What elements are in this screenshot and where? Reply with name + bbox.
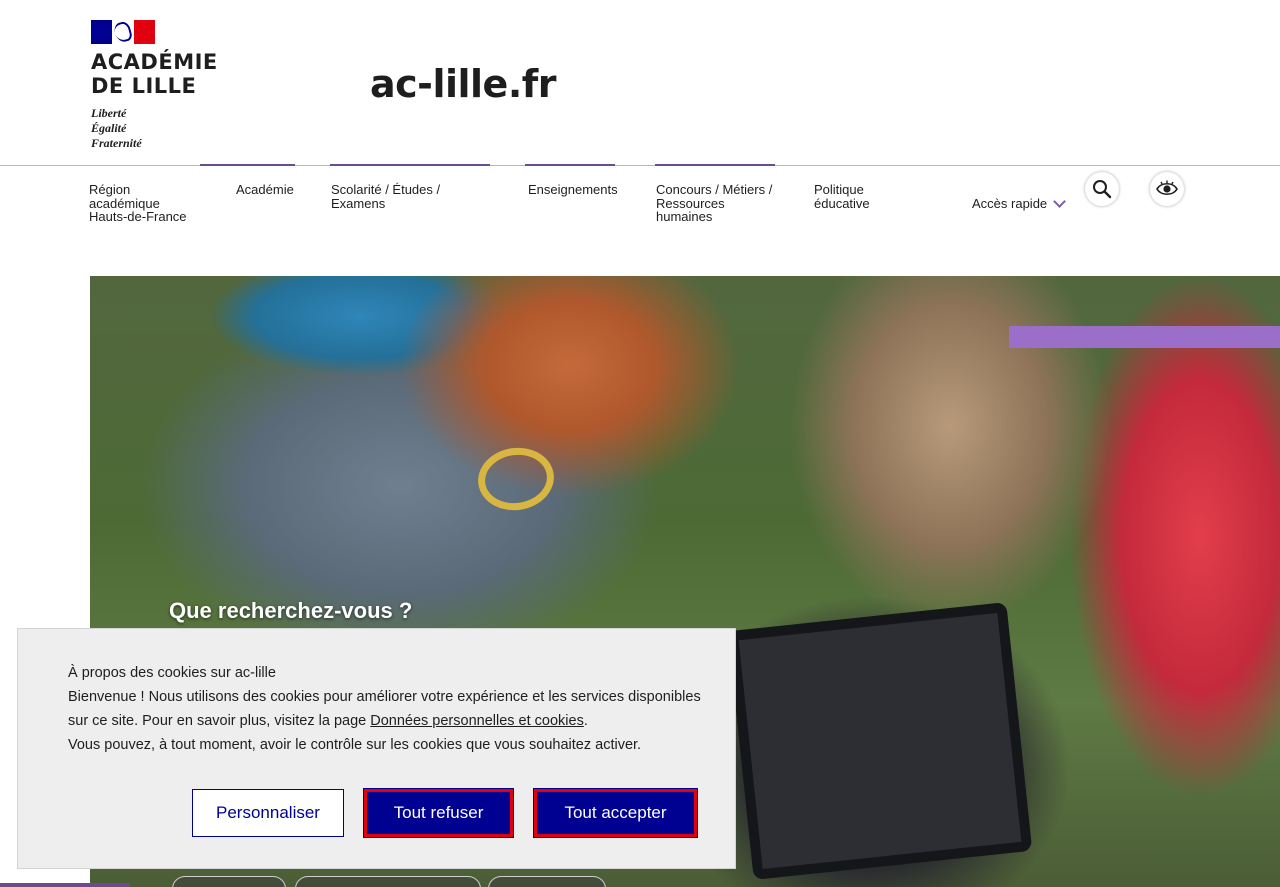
nav-item-concours[interactable]: Concours / Métiers / Ressources humaines (656, 183, 778, 224)
motto-liberte: Liberté (91, 106, 127, 120)
motto-fraternite: Fraternité (91, 136, 142, 150)
search-button[interactable] (1085, 172, 1119, 206)
site-header: ACADÉMIE DE LILLE Liberté Égalité Frater… (0, 0, 1280, 165)
cookie-body: Bienvenue ! Nous utilisons des cookies p… (68, 685, 708, 733)
cookie-title: À propos des cookies sur ac-lille (68, 665, 276, 681)
logo-name-line2: DE LILLE (91, 74, 197, 98)
logo-name-line1: ACADÉMIE (91, 50, 218, 74)
academie-logo[interactable]: ACADÉMIE DE LILLE Liberté Égalité Frater… (91, 20, 231, 151)
bottom-accent-bar (0, 883, 130, 887)
hero-accent-stripe (1009, 326, 1280, 348)
marianne-flag-icon (91, 20, 155, 44)
cookie-banner: À propos des cookies sur ac-lille Bienve… (17, 628, 736, 869)
cookie-body-end: . (583, 713, 588, 729)
tablet-shape (727, 602, 1033, 880)
refuse-all-button[interactable]: Tout refuser (363, 788, 514, 838)
logo-motto: Liberté Égalité Fraternité (91, 106, 231, 151)
hero-chip[interactable] (295, 876, 481, 887)
customize-button[interactable]: Personnaliser (192, 789, 344, 837)
magnifier-glass-shape (474, 443, 558, 515)
nav-item-politique[interactable]: Politique éducative (814, 183, 904, 210)
main-nav: Région académique Hauts-de-France Académ… (0, 166, 1280, 266)
quick-access-dropdown[interactable]: Accès rapide (972, 195, 1067, 211)
nav-item-scolarite[interactable]: Scolarité / Études / Examens (331, 183, 461, 210)
motto-egalite: Égalité (91, 121, 127, 135)
search-icon (1093, 180, 1112, 199)
search-heading: Que recherchez-vous ? (169, 598, 413, 623)
cookie-text: À propos des cookies sur ac-lille Bienve… (68, 661, 708, 757)
accept-all-button[interactable]: Tout accepter (533, 788, 698, 838)
privacy-link[interactable]: Données personnelles et cookies (370, 713, 584, 729)
hero-chip[interactable] (488, 876, 606, 887)
nav-item-enseignements[interactable]: Enseignements (528, 183, 638, 197)
nav-item-academie[interactable]: Académie (236, 183, 316, 197)
eye-icon (1156, 180, 1178, 196)
hero-chip[interactable] (172, 876, 286, 887)
accessibility-button[interactable] (1150, 172, 1184, 206)
chevron-down-icon (1053, 195, 1067, 208)
quick-access-label: Accès rapide (972, 196, 1048, 211)
cookie-control-text: Vous pouvez, à tout moment, avoir le con… (68, 737, 642, 753)
site-title[interactable]: ac-lille.fr (370, 62, 557, 106)
logo-name: ACADÉMIE DE LILLE (91, 50, 231, 98)
nav-item-region[interactable]: Région académique Hauts-de-France (89, 183, 199, 224)
